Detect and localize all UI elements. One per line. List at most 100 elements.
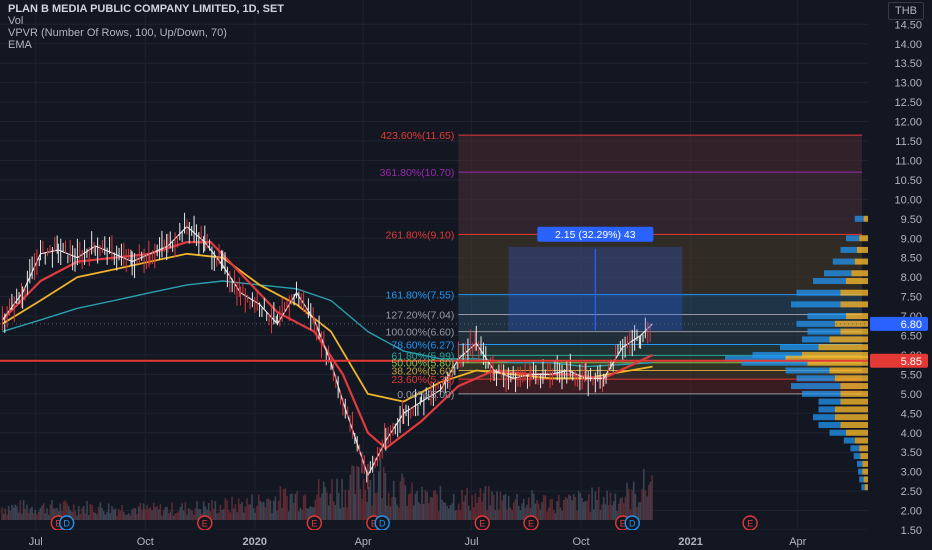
volume-bar [469,510,472,520]
volume-bar [326,492,328,520]
volume-bar [577,491,580,520]
chart-legend: PLAN B MEDIA PUBLIC COMPANY LIMITED, 1D,… [8,3,284,51]
volume-bar [76,515,78,520]
volume-bar [44,513,47,520]
price-tick-label: 5.50 [901,369,922,381]
volume-bar [292,502,295,520]
price-tick-label: 5.00 [901,389,922,401]
volume-bar [561,510,563,520]
volume-bar [191,510,193,520]
volume-bar [414,493,417,520]
volume-bar [161,515,163,520]
volume-bar [116,515,118,520]
volume-bar [289,494,292,520]
volume-bar [122,511,125,520]
time-axis[interactable]: Jul Oct 2020 Apr Jul Oct 2021 Apr [0,530,868,550]
volume-bar [369,479,372,520]
fib-level-label: 78.60%(6.27) [391,339,454,351]
vpvr-bar-down [840,398,868,405]
volume-bar [287,511,290,520]
volume-bar [264,507,267,520]
volume-bar [422,503,425,520]
volume-bar [181,503,183,520]
fib-level-label: 161.80%(7.55) [386,290,455,302]
price-chart[interactable]: 2.15 (32.29%) 43 0.00%(5.00)23.60%(5.38)… [0,0,932,550]
volume-bar [86,500,88,520]
event-marker-label: E [528,519,534,529]
volume-bar [156,505,158,520]
volume-bar [359,488,362,520]
volume-bar [449,505,452,520]
volume-bar [31,506,33,520]
volume-bar [254,512,257,520]
volume-bar [609,492,612,520]
vpvr-bar-up [832,258,855,265]
vpvr-bar-down [846,278,868,285]
volume-bar [166,506,168,520]
volume-bar [461,489,463,520]
volume-bar [406,506,408,520]
volume-bar [284,488,287,520]
volume-bar [164,507,167,520]
volume-bar [349,474,352,520]
volume-bar [341,478,343,520]
vpvr-bar-down [840,390,868,397]
volume-bar [7,505,10,520]
price-tick-label: 10.50 [894,175,922,187]
event-marker-label: D [629,519,636,529]
volume-bar [566,498,568,520]
fib-level-label: 423.60%(11.65) [380,130,454,142]
price-tick-label: 14.50 [894,19,922,31]
volume-bar [556,501,558,520]
volume-bar [172,515,175,520]
indicator-ema[interactable]: EMA [8,39,284,51]
fib-level-label: 261.80%(9.10) [386,229,455,241]
vpvr-bar-up [791,383,841,390]
volume-bar [92,511,95,520]
volume-bar [16,506,18,520]
volume-bar [179,507,182,520]
volume-bar [471,495,473,520]
vpvr-bar-up [818,398,841,405]
price-tick-label: 4.00 [901,428,922,440]
volume-bar [644,490,647,520]
volume-bar [151,510,153,520]
symbol-title[interactable]: PLAN B MEDIA PUBLIC COMPANY LIMITED, 1D,… [8,3,284,15]
volume-bar [29,508,32,520]
volume-bar [372,473,375,520]
volume-bar [426,491,428,520]
volume-bar [424,490,427,520]
price-axis[interactable]: 1.502.002.503.003.504.004.505.005.506.00… [868,0,932,550]
price-tick-label: 9.00 [901,233,922,245]
volume-bar [546,511,548,520]
volume-bar [392,480,395,520]
volume-bar [36,514,38,520]
volume-bar [217,512,220,520]
event-marker-label: D [379,519,386,529]
vpvr-bar-up [807,313,846,320]
vpvr-bar-up [858,468,863,475]
indicator-vpvr[interactable]: VPVR (Number Of Rows, 100, Up/Down, 70) [8,27,284,39]
volume-bar [592,509,595,520]
volume-bar [604,504,607,520]
indicator-vol[interactable]: Vol [8,15,284,27]
volume-bar [431,497,433,520]
volume-bar [427,503,430,520]
volume-bar [519,510,522,520]
vpvr-bar-down [851,270,868,277]
volume-bar [279,486,282,520]
volume-bar [412,505,415,520]
volume-bar [169,511,172,520]
time-tick-label: Apr [355,536,372,548]
vpvr-bar-down [862,468,868,475]
volume-bar [399,481,402,520]
volume-bar [336,478,338,520]
price-tick-label: 10.00 [894,194,922,206]
volume-bar [129,515,132,520]
vpvr-bar-up [796,289,841,296]
volume-bar [14,504,17,520]
currency-label[interactable]: THB [888,2,924,20]
volume-bar [347,489,350,520]
volume-bar [112,509,115,520]
volume-bar [411,482,413,520]
